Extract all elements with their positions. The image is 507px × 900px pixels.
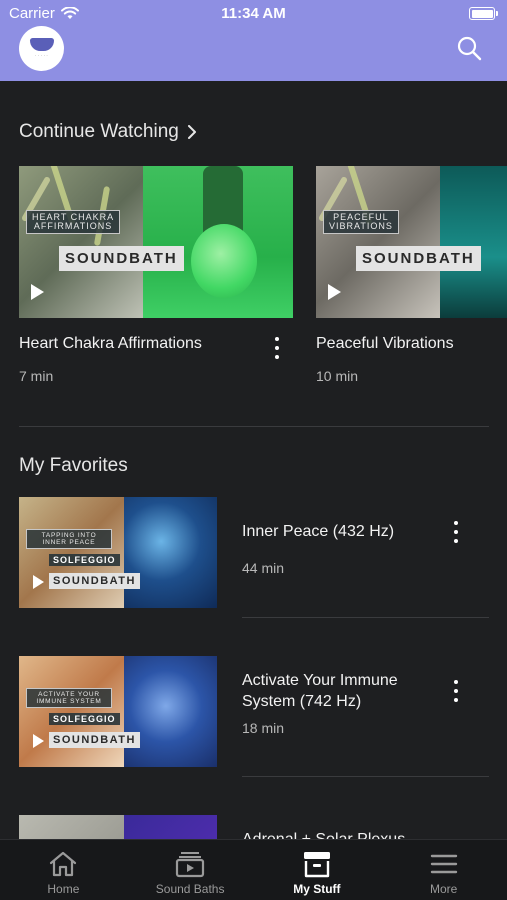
play-icon[interactable] <box>33 575 44 589</box>
item-divider <box>242 617 489 618</box>
thumbnail-tag: PEACEFUL VIBRATIONS <box>323 210 399 234</box>
sound-baths-icon <box>176 852 205 878</box>
video-duration: 10 min <box>316 368 359 384</box>
video-title[interactable]: Activate Your Immune System (742 Hz) <box>242 670 432 712</box>
video-title[interactable]: Adrenal + Solar Plexus <box>242 829 432 839</box>
thumbnail-tag: HEART CHAKRA AFFIRMATIONS <box>26 210 121 234</box>
video-thumbnail[interactable] <box>19 815 217 839</box>
tab-home[interactable]: Home <box>0 840 127 900</box>
video-title[interactable]: Peaceful Vibrations <box>316 335 454 353</box>
thumbnail-brand: SOUNDBATH <box>356 246 481 271</box>
chevron-right-icon <box>187 125 196 139</box>
thumbnail-category: SOLFEGGIO <box>49 554 120 566</box>
favorite-item[interactable]: ACTIVATE YOUR IMMUNE SYSTEM SOLFEGGIO SOU… <box>19 656 489 774</box>
thumbnail-tag: TAPPING INTO INNER PEACE <box>26 529 112 549</box>
battery-icon <box>469 7 498 20</box>
logo-wordmark: · · · · · <box>35 52 48 58</box>
app-header: Carrier 11:34 AM · · · · · <box>0 0 507 81</box>
thumbnail-tag: ACTIVATE YOUR IMMUNE SYSTEM <box>26 688 112 708</box>
video-thumbnail[interactable]: HEART CHAKRA AFFIRMATIONS SOUNDBATH <box>19 166 293 318</box>
item-divider <box>242 776 489 777</box>
tab-my-stuff[interactable]: My Stuff <box>254 840 381 900</box>
play-icon[interactable] <box>33 734 44 748</box>
video-duration: 18 min <box>242 720 285 736</box>
thumbnail-category: SOLFEGGIO <box>49 713 120 725</box>
tab-label: My Stuff <box>293 882 341 896</box>
video-thumbnail[interactable]: ACTIVATE YOUR IMMUNE SYSTEM SOLFEGGIO SOU… <box>19 656 217 767</box>
status-time: 11:34 AM <box>221 5 286 22</box>
bowl-icon <box>29 37 54 51</box>
video-thumbnail[interactable]: TAPPING INTO INNER PEACE SOLFEGGIO SOUNDB… <box>19 497 217 608</box>
more-options-icon[interactable] <box>274 337 280 359</box>
tab-label: More <box>429 882 458 896</box>
app-logo[interactable]: · · · · · <box>19 26 64 71</box>
favorites-title: My Favorites <box>19 455 128 476</box>
tab-sound-baths[interactable]: Sound Baths <box>127 840 254 900</box>
more-options-icon[interactable] <box>453 521 459 543</box>
thumbnail-brand: SOUNDBATH <box>49 732 140 748</box>
more-options-icon[interactable] <box>453 680 459 702</box>
video-duration: 44 min <box>242 560 285 576</box>
play-icon[interactable] <box>31 284 44 300</box>
continue-watching-title: Continue Watching <box>19 121 179 142</box>
video-title[interactable]: Inner Peace (432 Hz) <box>242 521 432 542</box>
thumbnail-brand: SOUNDBATH <box>49 573 140 589</box>
my-stuff-icon <box>303 852 330 878</box>
search-icon[interactable] <box>456 35 482 61</box>
continue-watching-header[interactable]: Continue Watching <box>19 121 197 143</box>
thumbnail-brand: SOUNDBATH <box>59 246 184 271</box>
video-title[interactable]: Heart Chakra Affirmations <box>19 335 202 353</box>
video-duration: 7 min <box>19 368 54 384</box>
section-divider <box>19 426 489 427</box>
favorite-item[interactable]: TAPPING INTO INNER PEACE SOLFEGGIO SOUNDB… <box>19 497 489 615</box>
play-icon[interactable] <box>328 284 341 300</box>
main-content[interactable]: Continue Watching HEART CHAKRA AFFIRMATIO… <box>0 81 507 839</box>
menu-icon <box>430 854 457 874</box>
status-bar: Carrier 11:34 AM <box>0 0 507 28</box>
tab-label: Home <box>47 882 80 896</box>
tab-more[interactable]: More <box>380 840 507 900</box>
favorite-item[interactable]: Adrenal + Solar Plexus <box>19 815 489 839</box>
favorites-header: My Favorites <box>19 455 128 477</box>
video-thumbnail[interactable]: PEACEFUL VIBRATIONS SOUNDBATH <box>316 166 507 318</box>
tab-bar: Home Sound Baths My Stuff More <box>0 839 507 900</box>
home-icon <box>50 851 77 877</box>
tab-label: Sound Baths <box>155 882 225 896</box>
